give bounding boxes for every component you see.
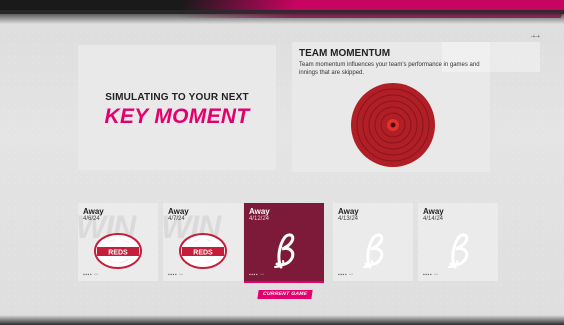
top-brush-edge xyxy=(0,10,564,24)
script-b-logo-icon xyxy=(448,233,469,269)
team-momentum-description: Team momentum influences your team's per… xyxy=(299,62,480,76)
game-card[interactable]: WIN Away 4/6/24 REDS ▪▪▪▪ ▫▫ xyxy=(78,203,158,281)
script-b-logo-icon xyxy=(274,233,295,269)
game-screen: -+-+ SIMULATING TO YOUR NEXT KEY MOMENT … xyxy=(0,0,564,325)
game-progress-dashes: ▪▪▪▪ ▫▫ xyxy=(423,272,439,278)
game-progress-dashes: ▪▪▪▪ ▫▫ xyxy=(83,272,99,278)
game-date: 4/13/24 xyxy=(338,216,359,222)
game-progress-dashes: ▪▪▪▪ ▫▫ xyxy=(168,272,184,278)
svg-text:REDS: REDS xyxy=(108,250,128,257)
current-game-indicator xyxy=(244,281,324,283)
game-location: Away xyxy=(249,207,270,216)
momentum-target-icon xyxy=(351,83,435,167)
simulation-subtitle: SIMULATING TO YOUR NEXT xyxy=(105,92,249,103)
simulation-panel: SIMULATING TO YOUR NEXT KEY MOMENT xyxy=(78,45,276,170)
current-game-label: CURRENT GAME xyxy=(257,290,313,299)
key-moment-title: KEY MOMENT xyxy=(104,105,250,128)
game-location: Away xyxy=(338,207,359,216)
game-date: 4/12/24 xyxy=(249,216,270,222)
game-location: Away xyxy=(423,207,444,216)
game-location: Away xyxy=(168,207,189,216)
team-momentum-panel: TEAM MOMENTUM Team momentum influences y… xyxy=(292,42,540,172)
reds-logo-icon: REDS xyxy=(179,233,227,269)
corner-mark: -+-+ xyxy=(530,34,540,40)
game-progress-dashes: ▪▪▪▪ ▫▫ xyxy=(338,272,354,278)
game-card-current[interactable]: Away 4/12/24 ▪▪▪▪ ▫▫ xyxy=(244,203,324,281)
game-card[interactable]: Away 4/14/24 ▪▪▪▪ ▫▫ xyxy=(418,203,498,281)
team-momentum-title: TEAM MOMENTUM xyxy=(299,48,391,59)
reds-logo-icon: REDS xyxy=(94,233,142,269)
game-date: 4/7/24 xyxy=(168,216,185,222)
game-location: Away xyxy=(83,207,104,216)
bottom-brush-edge xyxy=(0,315,564,325)
game-card[interactable]: WIN Away 4/7/24 REDS ▪▪▪▪ ▫▫ xyxy=(163,203,243,281)
script-b-logo-icon xyxy=(363,233,384,269)
game-progress-dashes: ▪▪▪▪ ▫▫ xyxy=(249,272,265,278)
game-date: 4/14/24 xyxy=(423,216,444,222)
schedule-cards: WIN Away 4/6/24 REDS ▪▪▪▪ ▫▫ WIN Away 4/… xyxy=(78,203,498,283)
svg-text:REDS: REDS xyxy=(193,250,213,257)
game-card[interactable]: Away 4/13/24 ▪▪▪▪ ▫▫ xyxy=(333,203,413,281)
game-date: 4/6/24 xyxy=(83,216,100,222)
